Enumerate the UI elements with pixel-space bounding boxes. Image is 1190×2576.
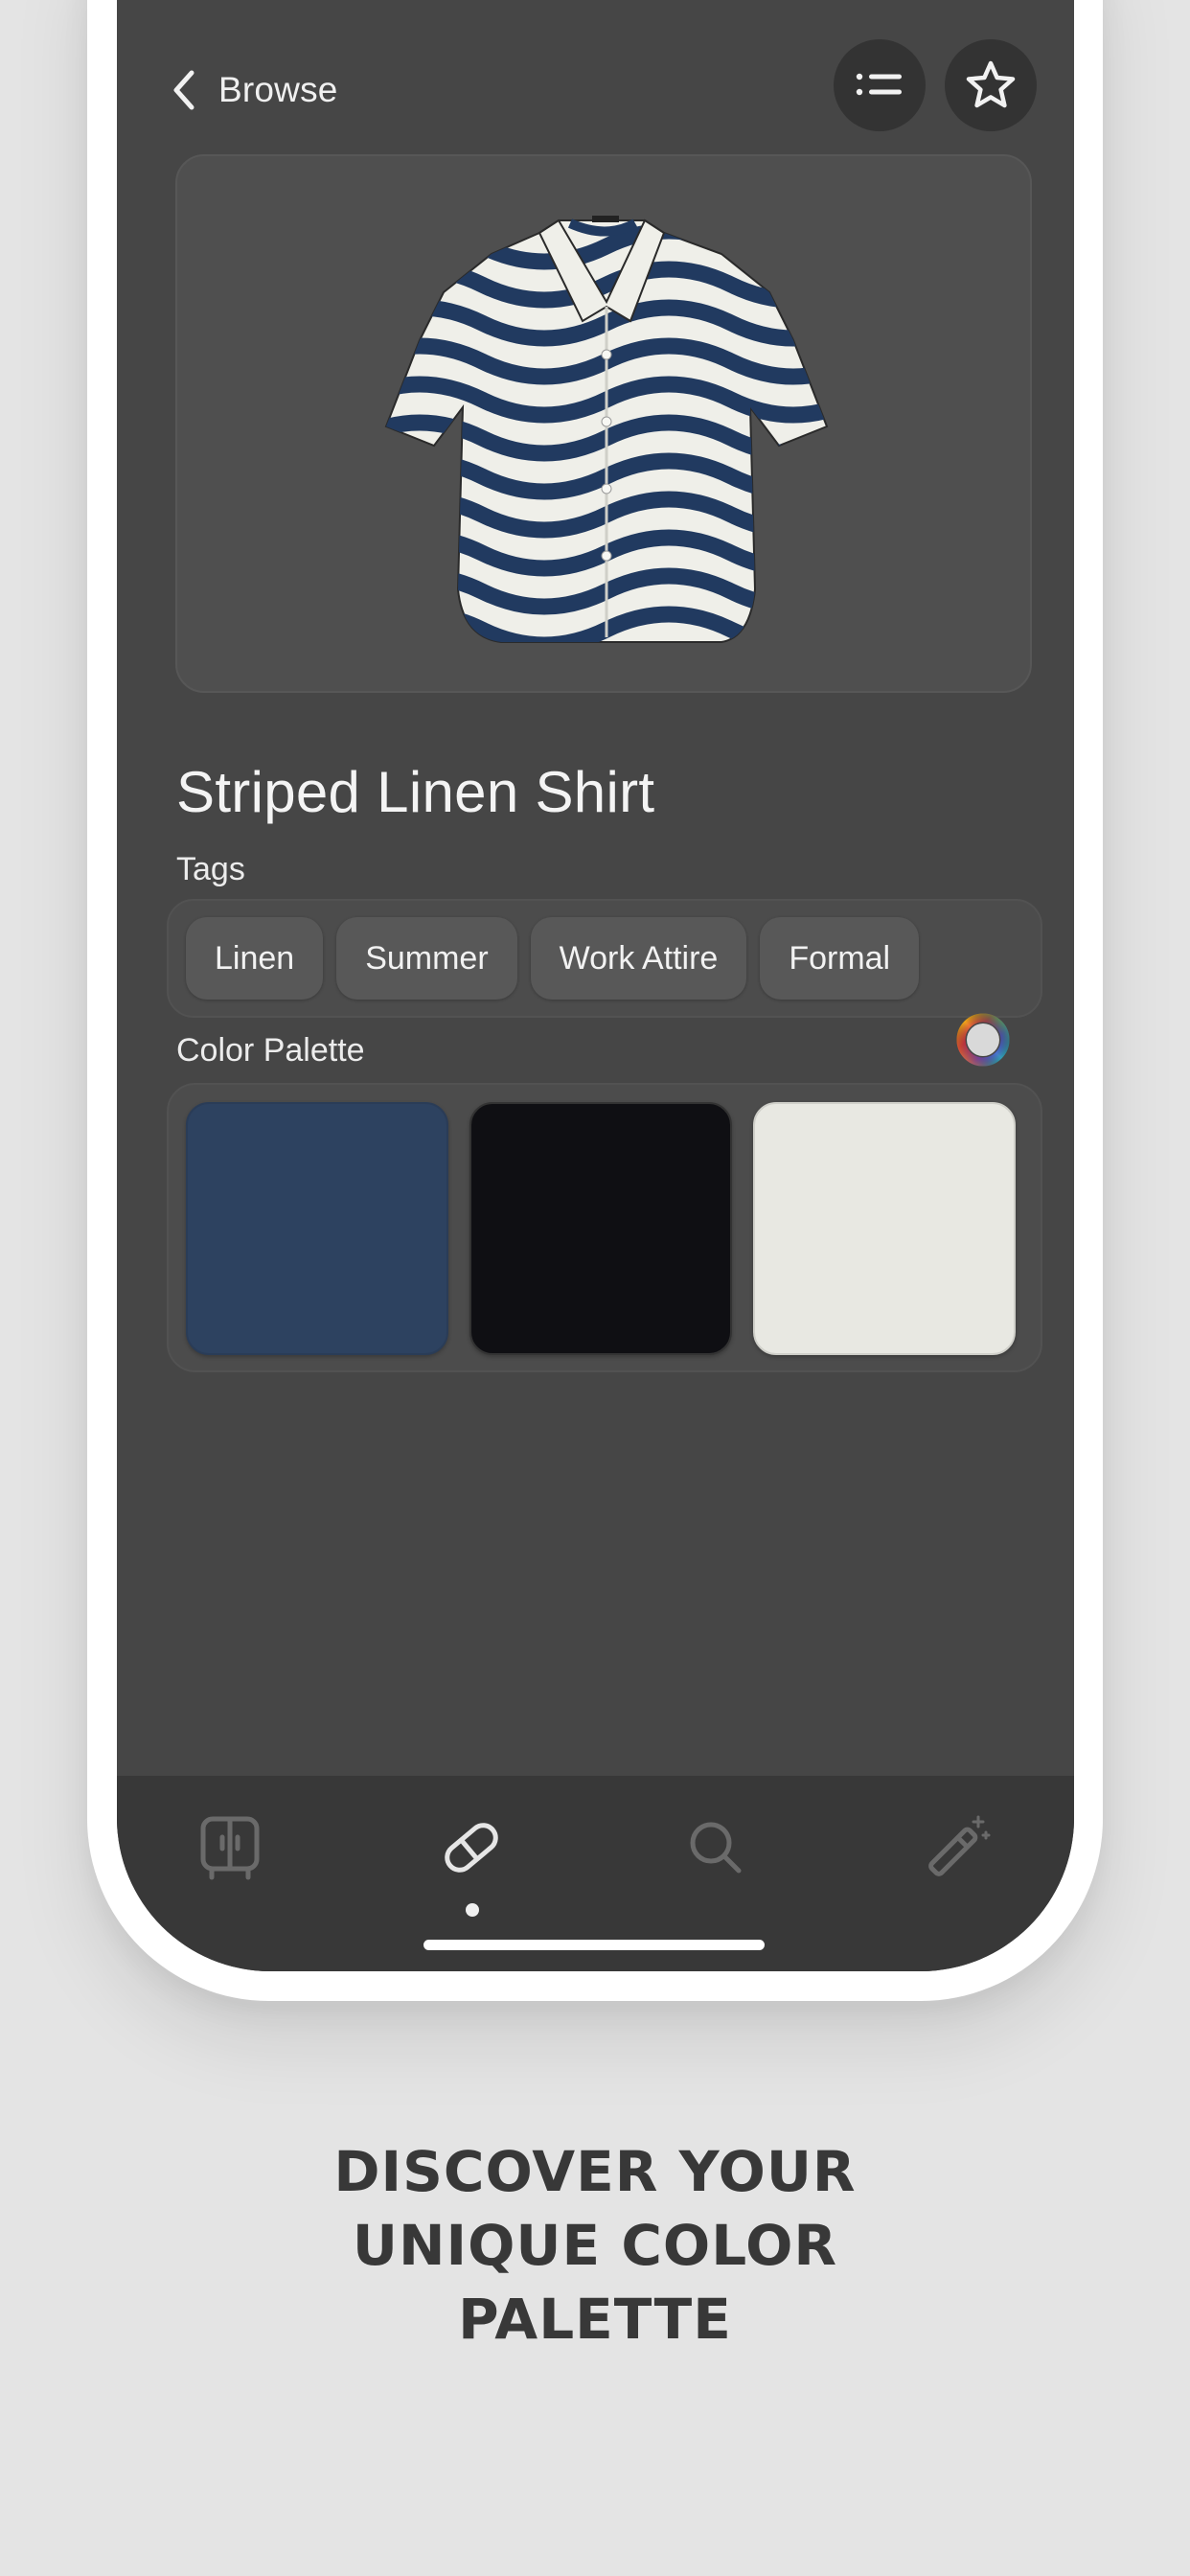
promo-line: DISCOVER YOUR	[333, 2139, 857, 2204]
chevron-left-icon	[173, 70, 195, 110]
tags-list: Linen Summer Work Attire Formal	[167, 899, 1042, 1018]
magic-wand-icon	[928, 1815, 991, 1876]
promo-line: PALETTE	[458, 2287, 732, 2352]
hanger-tag-icon	[445, 1823, 498, 1873]
color-swatch[interactable]	[753, 1102, 1016, 1355]
tag-chip[interactable]: Work Attire	[530, 917, 747, 1000]
tags-label: Tags	[176, 851, 245, 887]
product-title: Striped Linen Shirt	[176, 760, 655, 825]
back-button[interactable]: Browse	[172, 61, 338, 119]
back-label: Browse	[218, 70, 338, 109]
tab-magic[interactable]	[914, 1805, 1000, 1891]
color-palette	[167, 1083, 1042, 1372]
color-palette-label: Color Palette	[176, 1032, 365, 1069]
tab-items[interactable]	[428, 1805, 515, 1891]
promo-line: UNIQUE COLOR	[352, 2213, 838, 2278]
wardrobe-icon	[200, 1816, 260, 1880]
tag-chip[interactable]: Summer	[336, 917, 517, 1000]
home-indicator[interactable]	[423, 1940, 765, 1950]
promo-caption: DISCOVER YOUR UNIQUE COLOR PALETTE	[0, 2135, 1190, 2357]
tab-wardrobe[interactable]	[187, 1805, 273, 1891]
app-screen: Browse Striped Linen Shirt Tags Linen Su…	[117, 0, 1074, 1971]
star-icon	[966, 60, 1016, 108]
product-image	[384, 216, 829, 643]
color-swatch[interactable]	[469, 1102, 732, 1355]
favorite-button[interactable]	[945, 39, 1037, 131]
active-tab-indicator	[466, 1903, 479, 1917]
tag-chip[interactable]: Formal	[760, 917, 920, 1000]
search-icon	[690, 1822, 742, 1874]
list-button[interactable]	[834, 39, 926, 131]
color-swatch[interactable]	[186, 1102, 448, 1355]
tag-chip[interactable]: Linen	[186, 917, 324, 1000]
color-wheel-icon[interactable]	[956, 1013, 1010, 1067]
tab-search[interactable]	[673, 1805, 759, 1891]
product-image-card	[175, 154, 1032, 693]
list-icon	[856, 73, 902, 96]
